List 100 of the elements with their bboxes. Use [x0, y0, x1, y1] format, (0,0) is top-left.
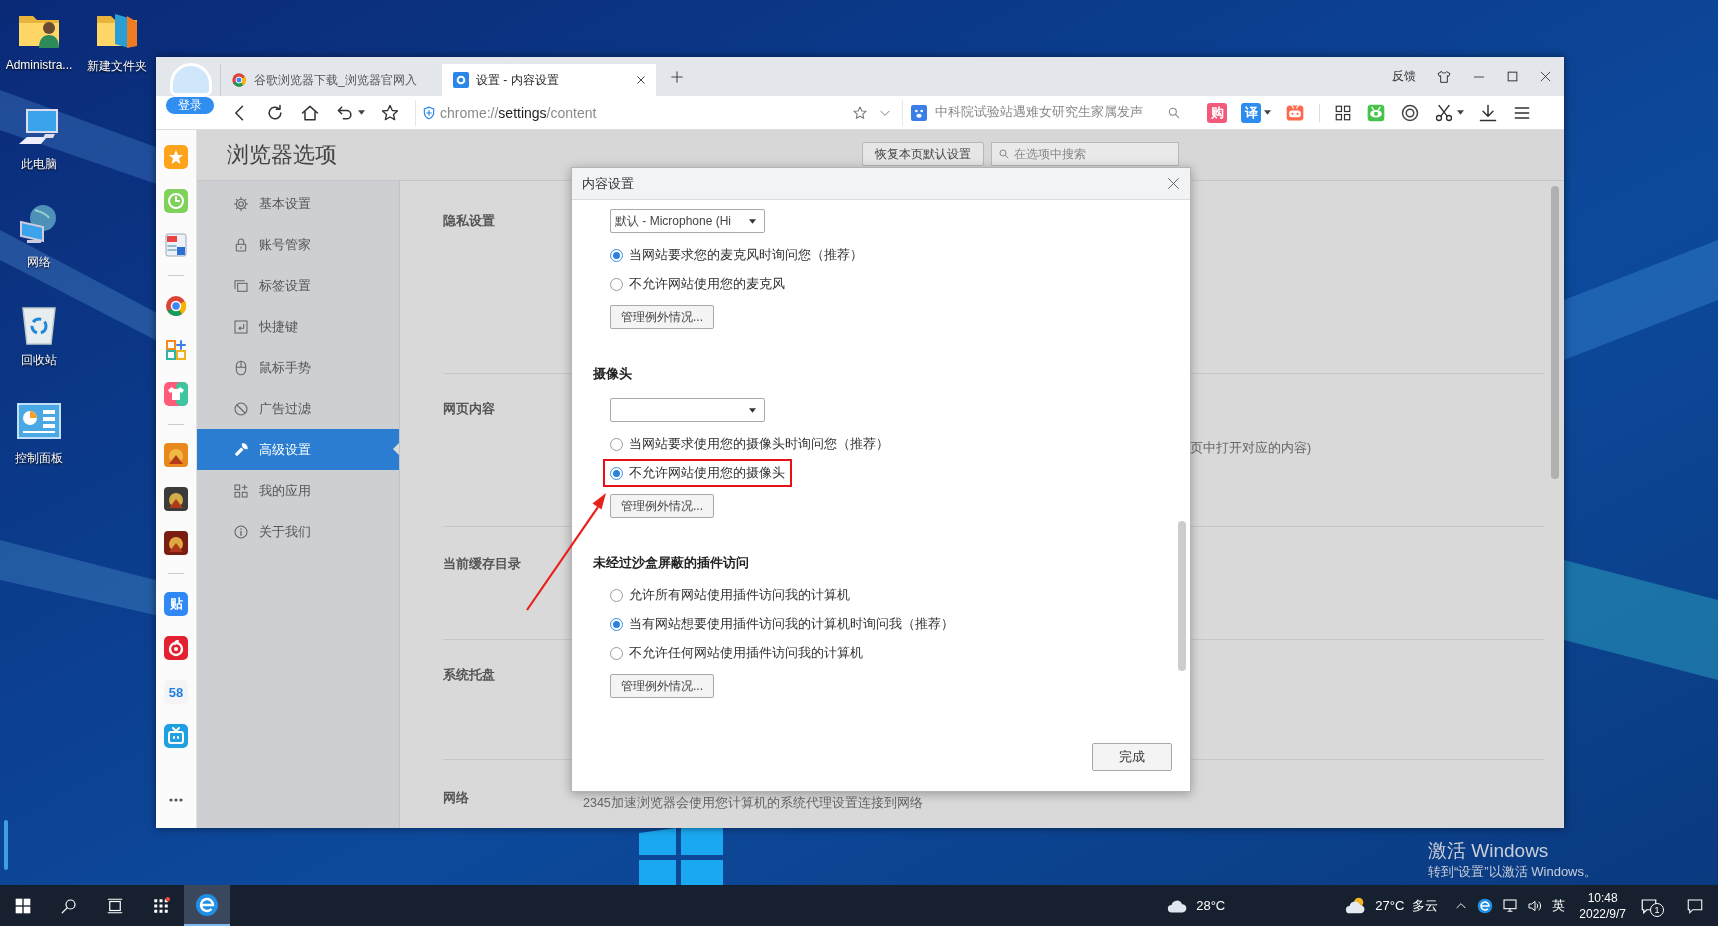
search-icon[interactable]	[1167, 105, 1181, 120]
radio-button[interactable]	[610, 646, 623, 660]
nav-item[interactable]: 基本设置	[197, 183, 399, 224]
app-tile-icon[interactable]	[164, 487, 188, 511]
start-icon	[15, 897, 31, 914]
activation-hint: 转到“设置”以激活 Windows。	[1428, 863, 1597, 880]
temperature: 27°C	[1375, 898, 1405, 913]
manage-exceptions-button[interactable]: 管理例外情况...	[610, 494, 714, 518]
radio-button[interactable]	[610, 588, 623, 602]
search-field[interactable]: 中科院试验站遇难女研究生家属发声	[902, 99, 1187, 126]
radio-option[interactable]: 允许所有网站使用插件访问我的计算机	[603, 581, 857, 609]
app-tile-icon[interactable]	[164, 443, 188, 467]
shirt-icon[interactable]	[1436, 68, 1452, 85]
group-heading: 摄像头	[593, 365, 632, 383]
description-text: 2345加速浏览器会使用您计算机的系统代理设置连接到网络	[583, 795, 923, 812]
search-icon	[60, 896, 78, 915]
desktop-icon-label: 回收站	[21, 352, 57, 369]
document-icon[interactable]	[164, 233, 188, 257]
section-label: 网页内容	[443, 400, 496, 418]
radio-button[interactable]	[610, 617, 623, 631]
task-view-icon	[106, 896, 124, 915]
nav-item[interactable]: 鼠标手势	[197, 347, 399, 388]
network-icon[interactable]	[1502, 897, 1519, 914]
ring-icon[interactable]	[164, 294, 188, 318]
clock-time: 10:48	[1587, 889, 1618, 906]
scrollbar[interactable]	[1551, 186, 1559, 479]
app-tile-icon[interactable]	[164, 531, 188, 555]
section-label: 当前缓存目录	[443, 555, 522, 573]
info-icon	[233, 523, 249, 540]
input-method[interactable]: 英	[1552, 896, 1566, 915]
feedback-link[interactable]: 反馈	[1392, 68, 1416, 85]
nav-item[interactable]: 标签设置	[197, 265, 399, 306]
app-shortcut[interactable]: 贴	[164, 592, 188, 616]
notification-icon[interactable]	[1640, 896, 1658, 915]
caret-icon	[358, 110, 365, 115]
address-field[interactable]: chrome://settings/content	[415, 99, 852, 126]
desktop-icon-label: Administra...	[5, 58, 73, 72]
browser-icon[interactable]	[1477, 897, 1494, 914]
shirt-icon[interactable]	[164, 382, 188, 406]
radio-option[interactable]: 不允许任何网站使用插件访问我的计算机	[603, 639, 870, 667]
star-icon[interactable]	[380, 102, 400, 123]
search-icon	[998, 148, 1010, 160]
message-icon[interactable]	[1686, 896, 1704, 915]
caret-icon	[1264, 110, 1271, 115]
caret-icon	[1457, 110, 1464, 115]
desktop-icon-label: 控制面板	[15, 450, 63, 467]
radio-option[interactable]: 当网站要求使用您的摄像头时询问您（推荐）	[603, 430, 896, 458]
browser-tab[interactable]: 谷歌浏览器下载_浏览器官网入	[220, 64, 434, 96]
nav-item[interactable]: 快捷键	[197, 306, 399, 347]
section-label: 网络	[443, 789, 470, 807]
temperature: 28°C	[1196, 898, 1226, 913]
nav-item[interactable]: 广告过滤	[197, 388, 399, 429]
scrollbar[interactable]	[1178, 521, 1186, 671]
desktop-icon-label: 此电脑	[21, 156, 57, 173]
lock-icon	[233, 236, 249, 253]
paw-icon	[911, 104, 927, 121]
nav-item[interactable]: 高级设置	[197, 429, 399, 470]
maximize-icon[interactable]	[1506, 70, 1519, 83]
tv-icon[interactable]	[164, 724, 188, 748]
radio-button[interactable]	[610, 248, 623, 262]
caret-icon	[749, 218, 756, 224]
star-icon[interactable]	[852, 104, 868, 121]
blocks-icon[interactable]	[164, 338, 188, 362]
swirl-icon[interactable]	[1400, 102, 1420, 123]
reset-button[interactable]: 恢复本页默认设置	[862, 142, 984, 166]
manage-exceptions-button[interactable]: 管理例外情况...	[610, 305, 714, 329]
nav-item[interactable]: 我的应用	[197, 470, 399, 511]
nav-item[interactable]: 账号管家	[197, 224, 399, 265]
radio-option[interactable]: 不允许网站使用您的麦克风	[603, 270, 792, 298]
manage-exceptions-button[interactable]: 管理例外情况...	[610, 674, 714, 698]
dialog-title: 内容设置	[582, 174, 635, 193]
browser-tab[interactable]: 设置 - 内容设置	[442, 64, 656, 96]
desktop-icon-label: 新建文件夹	[87, 58, 147, 75]
radio-option[interactable]: 不允许网站使用您的摄像头	[603, 459, 792, 487]
scissors-icon[interactable]	[1434, 102, 1454, 123]
taskbar-button[interactable]	[184, 885, 230, 926]
close-icon[interactable]	[1539, 70, 1552, 83]
dropdown[interactable]: 默认 - Microphone (Hi	[610, 209, 765, 233]
more-icon[interactable]	[168, 797, 184, 803]
close-button[interactable]	[1167, 177, 1180, 190]
radio-option[interactable]: 当网站要求您的麦克风时询问您（推荐）	[603, 241, 870, 269]
notification-count: 1	[1650, 902, 1664, 917]
swirl-icon[interactable]	[164, 636, 188, 660]
radio-button[interactable]	[610, 466, 623, 480]
download-icon[interactable]	[1478, 102, 1498, 123]
radio-button[interactable]	[610, 437, 623, 451]
shield-icon	[422, 105, 436, 120]
apps-icon[interactable]	[1334, 103, 1352, 122]
radio-option[interactable]: 当有网站想要使用插件访问我的计算机时询问我（推荐）	[603, 610, 961, 638]
gamepad-icon[interactable]	[1285, 102, 1305, 123]
apps-icon	[233, 482, 249, 499]
close-icon[interactable]	[636, 75, 646, 85]
browser-icon	[195, 892, 219, 917]
description-text: 页中打开对应的内容)	[1190, 440, 1312, 457]
done-button[interactable]: 完成	[1092, 743, 1172, 771]
radio-button[interactable]	[610, 277, 623, 291]
nav-item[interactable]: 关于我们	[197, 511, 399, 552]
keyboard-key-icon	[233, 318, 249, 335]
app-shortcut[interactable]: 58	[164, 680, 188, 704]
close-icon	[1167, 177, 1180, 190]
